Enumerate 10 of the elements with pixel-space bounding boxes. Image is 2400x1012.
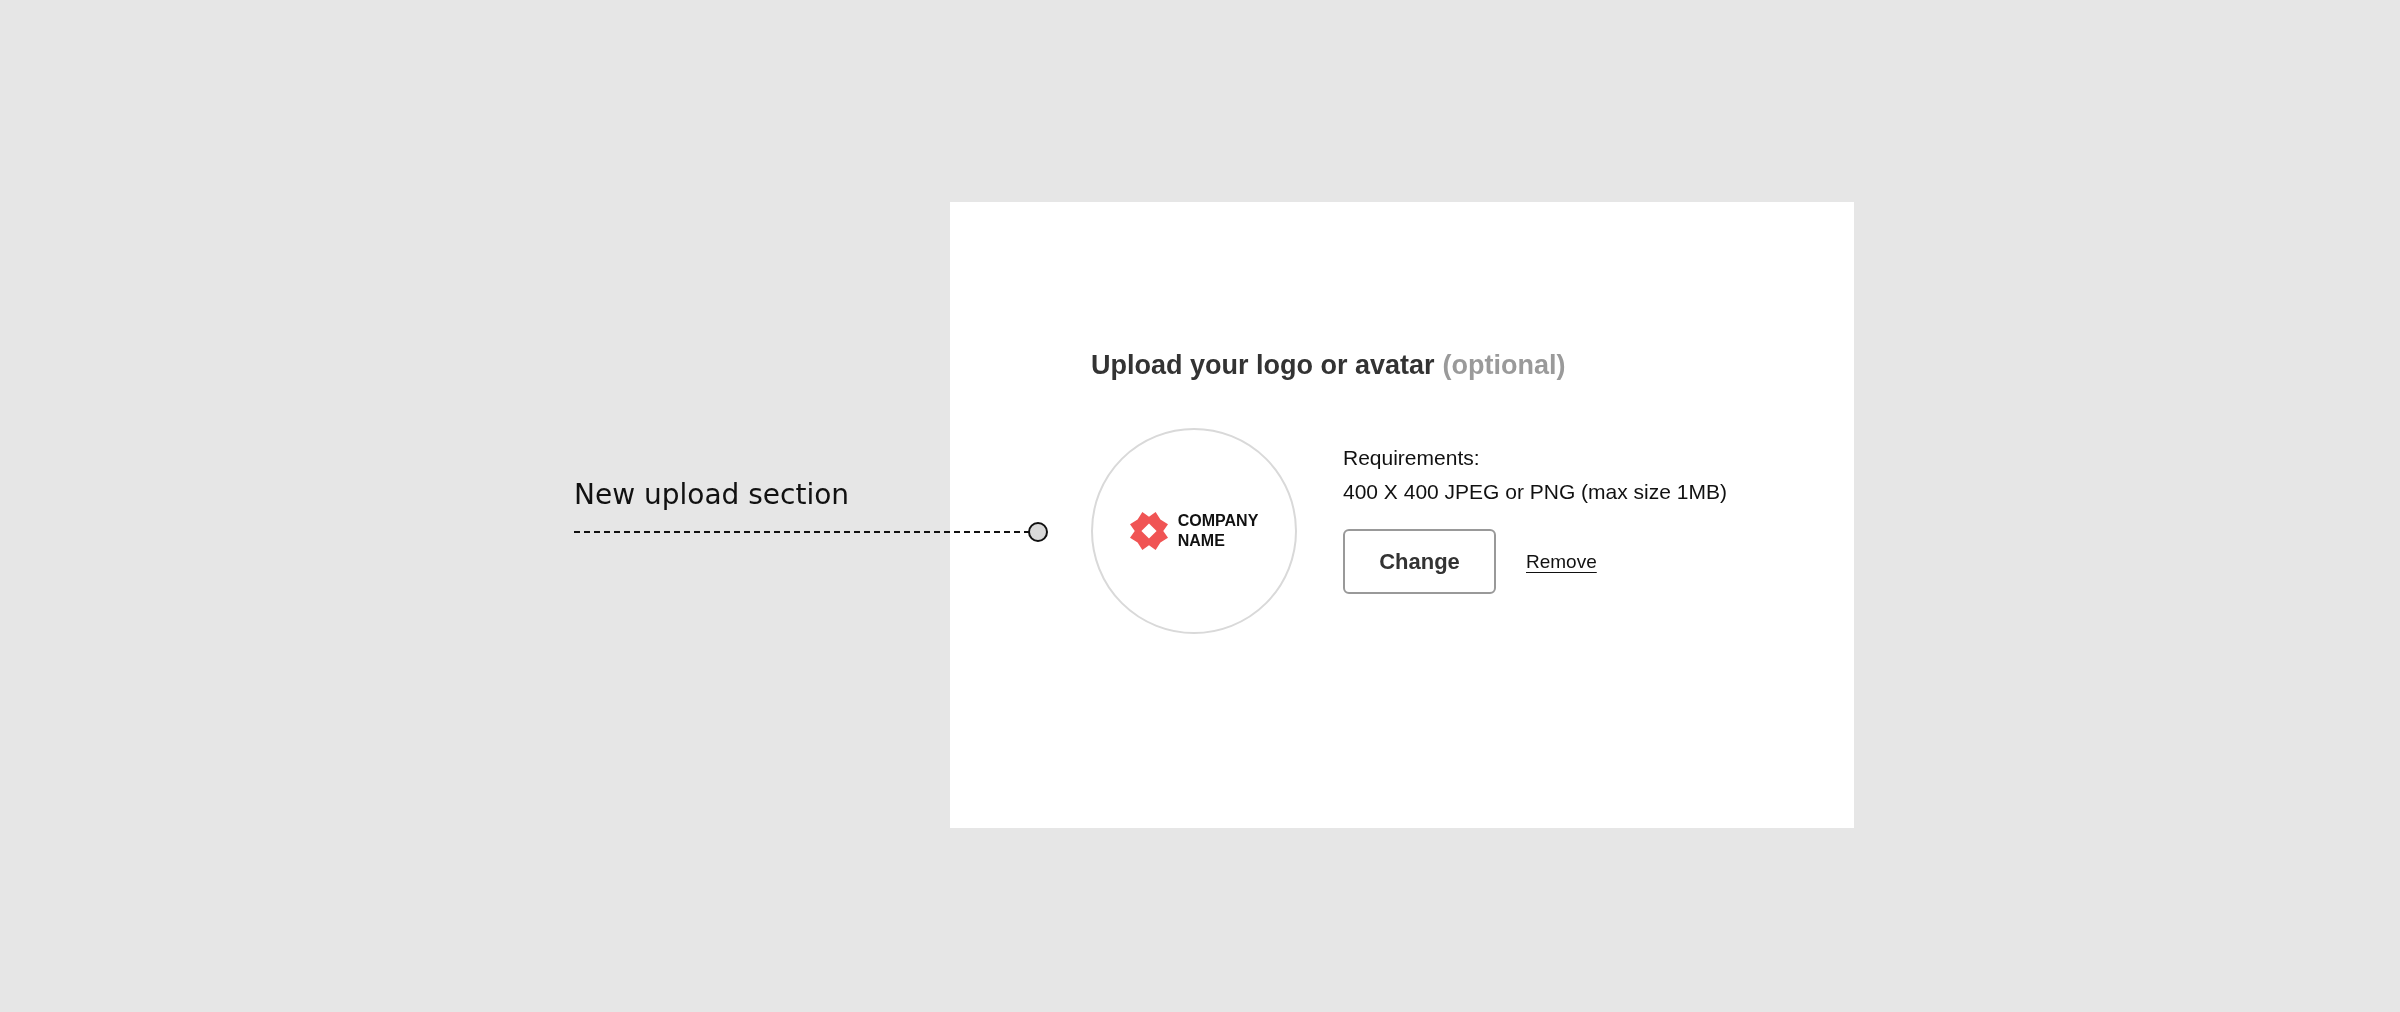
change-button[interactable]: Change — [1343, 529, 1496, 594]
annotation-label: New upload section — [574, 478, 850, 511]
logo-text: COMPANY — [1177, 511, 1259, 531]
section-title: Upload your logo or avatar — [1091, 350, 1435, 381]
requirements-text: 400 X 400 JPEG or PNG (max size 1MB) — [1343, 480, 1727, 504]
optional-note: (optional) — [1442, 350, 1566, 381]
logo-text: NAME — [1177, 531, 1226, 551]
requirements-label: Requirements: — [1343, 446, 1481, 470]
remove-link[interactable]: Remove — [1526, 550, 1597, 573]
logo-icon — [1129, 512, 1168, 550]
